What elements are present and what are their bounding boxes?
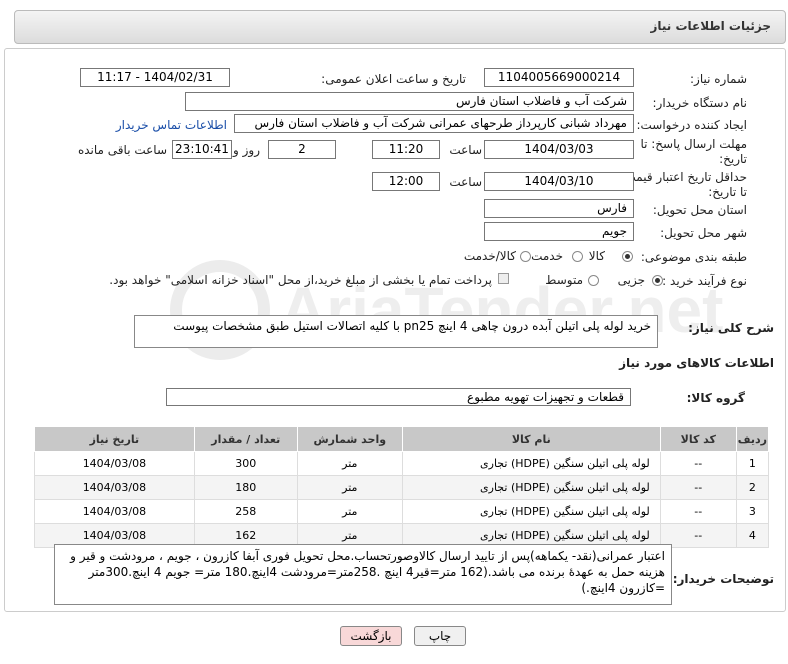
cell-date: 1404/03/08: [34, 499, 195, 524]
overall-desc-value: خرید لوله پلی اتیلن آبده درون چاهی 4 این…: [134, 315, 658, 348]
price-validity-label: حداقل تاریخ اعتبار قیمت:: [620, 170, 747, 184]
need-number-label: شماره نیاز:: [690, 72, 747, 86]
goods-group-label: گروه کالا:: [686, 391, 745, 405]
cell-qty: 300: [193, 451, 298, 476]
cell-unit: متر: [296, 499, 403, 524]
cell-code: --: [659, 499, 737, 524]
request-creator-value: مهرداد شبانی کارپرداز طرحهای عمرانی شرکت…: [234, 114, 634, 133]
category-radio-goods-service[interactable]: [520, 251, 531, 262]
announce-datetime-label: تاریخ و ساعت اعلان عمومی:: [321, 72, 466, 86]
col-header-row-no: ردیف: [735, 426, 770, 452]
category-option-goods-service: کالا/خدمت: [463, 249, 516, 263]
overall-desc-label: شرح کلی نیاز:: [688, 321, 774, 335]
cell-row-no: 4: [735, 523, 770, 548]
cell-row-no: 3: [735, 499, 770, 524]
treasury-checkbox[interactable]: [498, 273, 509, 284]
col-header-date: تاریخ نیاز: [34, 426, 195, 452]
table-row: 1 -- لوله پلی اتیلن سنگین (HDPE) تجاری م…: [34, 451, 770, 476]
category-label: طبقه بندی موضوعی:: [640, 250, 747, 264]
price-validity-label-2: تا تاریخ:: [708, 185, 747, 199]
purchase-radio-medium[interactable]: [588, 275, 599, 286]
purchase-radio-minor[interactable]: [652, 275, 663, 286]
buyer-notes-label: توضیحات خریدار:: [672, 572, 774, 586]
col-header-unit: واحد شمارش: [296, 426, 403, 452]
cell-code: --: [659, 451, 737, 476]
validity-date-value: 1404/03/10: [484, 172, 634, 191]
delivery-city-value: جویم: [484, 222, 634, 241]
reply-deadline-label-2: تاریخ:: [719, 152, 747, 166]
col-header-qty: تعداد / مقدار: [193, 426, 298, 452]
col-header-name: نام کالا: [401, 426, 661, 452]
cell-row-no: 2: [735, 475, 770, 500]
goods-group-value: قطعات و تجهیزات تهویه مطبوع: [166, 388, 631, 406]
cell-unit: متر: [296, 475, 403, 500]
cell-name: لوله پلی اتیلن سنگین (HDPE) تجاری: [401, 499, 661, 524]
buyer-org-value: شرکت آب و فاضلاب استان فارس: [185, 92, 634, 111]
purchase-type-label: نوع فرآیند خرید :: [662, 274, 747, 288]
goods-info-heading: اطلاعات کالاهای مورد نیاز: [619, 356, 774, 370]
table-header-row: ردیف کد کالا نام کالا واحد شمارش تعداد /…: [34, 426, 770, 452]
purchase-option-minor: جزیی: [617, 273, 645, 287]
reply-days-value: 2: [268, 140, 336, 159]
category-option-service: خدمت: [531, 249, 563, 263]
cell-qty: 258: [193, 499, 298, 524]
table-row: 2 -- لوله پلی اتیلن سنگین (HDPE) تجاری م…: [34, 475, 770, 500]
category-radio-goods[interactable]: [622, 251, 633, 262]
header-bar: جزئیات اطلاعات نیاز: [14, 10, 786, 44]
col-header-code: کد کالا: [659, 426, 737, 452]
reply-hour-value: 11:20: [372, 140, 440, 159]
cell-unit: متر: [296, 451, 403, 476]
cell-row-no: 1: [735, 451, 770, 476]
reply-deadline-label: مهلت ارسال پاسخ: تا: [640, 137, 747, 151]
goods-table: ردیف کد کالا نام کالا واحد شمارش تعداد /…: [34, 426, 770, 548]
cell-name: لوله پلی اتیلن سنگین (HDPE) تجاری: [401, 451, 661, 476]
remaining-label: ساعت باقی مانده: [77, 143, 167, 157]
delivery-city-label: شهر محل تحویل:: [660, 226, 747, 240]
page-title: جزئیات اطلاعات نیاز: [650, 19, 771, 33]
cell-date: 1404/03/08: [34, 451, 195, 476]
cell-qty: 180: [193, 475, 298, 500]
category-option-goods: کالا: [588, 249, 605, 263]
reply-date-value: 1404/03/03: [484, 140, 634, 159]
validity-hour-value: 12:00: [372, 172, 440, 191]
buyer-notes-value: اعتبار عمرانی(نقد- یکماهه)پس از تایید ار…: [54, 544, 672, 605]
reply-remaining-value: 23:10:41: [172, 140, 232, 159]
purchase-option-medium: متوسط: [545, 273, 583, 287]
request-creator-label: ایجاد کننده درخواست:: [636, 118, 747, 132]
buyer-contact-link[interactable]: اطلاعات تماس خریدار: [116, 118, 227, 132]
days-label: روز و: [233, 143, 260, 157]
reply-hour-label: ساعت: [449, 143, 482, 157]
delivery-province-label: استان محل تحویل:: [652, 203, 747, 217]
payment-note: پرداخت تمام یا بخشی از مبلغ خرید،از محل …: [109, 273, 492, 287]
back-button[interactable]: بازگشت: [340, 626, 402, 646]
buyer-org-label: نام دستگاه خریدار:: [652, 96, 748, 110]
cell-name: لوله پلی اتیلن سنگین (HDPE) تجاری: [401, 475, 661, 500]
announce-datetime-value: 1404/02/31 - 11:17: [80, 68, 230, 87]
delivery-province-value: فارس: [484, 199, 634, 218]
need-number-value: 1104005669000214: [484, 68, 634, 87]
cell-code: --: [659, 475, 737, 500]
cell-date: 1404/03/08: [34, 475, 195, 500]
validity-hour-label: ساعت: [449, 175, 482, 189]
category-radio-service[interactable]: [572, 251, 583, 262]
print-button[interactable]: چاپ: [414, 626, 466, 646]
table-row: 3 -- لوله پلی اتیلن سنگین (HDPE) تجاری م…: [34, 499, 770, 524]
